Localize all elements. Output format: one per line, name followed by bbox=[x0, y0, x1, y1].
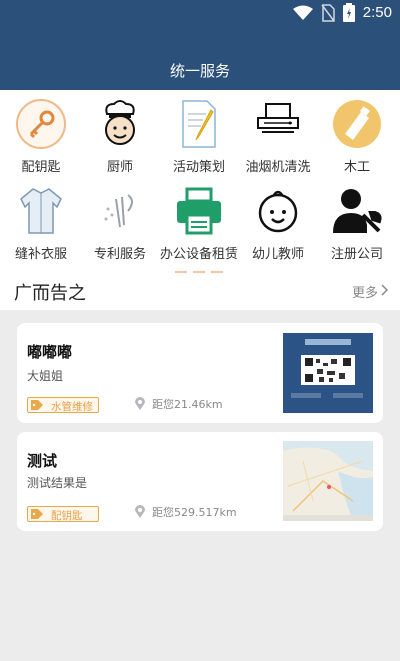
user-wrench-icon bbox=[333, 189, 382, 233]
qr-code-image bbox=[283, 333, 373, 413]
baby-face-icon bbox=[258, 190, 298, 233]
wifi-icon bbox=[292, 5, 313, 20]
card-subtitle: 测试结果是 bbox=[27, 476, 88, 490]
key-icon bbox=[16, 99, 66, 149]
service-label: 厨师 bbox=[106, 160, 133, 175]
category-tag: 配钥匙 bbox=[27, 506, 99, 522]
battery-icon bbox=[342, 3, 355, 22]
service-label: 注册公司 bbox=[330, 247, 383, 262]
services-grid: 配钥匙 厨师 活动策划 油烟机清洗 木工 缝补衣服 专利服务 办公设备租赁 幼儿… bbox=[0, 90, 400, 277]
app-header: 2:50 统一服务 bbox=[0, 0, 400, 90]
service-item-event-planning[interactable]: 活动策划 bbox=[159, 98, 239, 175]
ad-card[interactable]: 测试 测试结果是 配钥匙 距您529.517km bbox=[17, 432, 383, 531]
chevron-right-icon[interactable] bbox=[381, 284, 388, 296]
document-pen-icon bbox=[182, 100, 216, 148]
service-label: 专利服务 bbox=[93, 247, 146, 262]
service-item-chef[interactable]: 厨师 bbox=[80, 98, 160, 175]
tag-icon bbox=[31, 509, 43, 519]
saw-icon bbox=[333, 100, 381, 148]
service-item-key[interactable]: 配钥匙 bbox=[1, 98, 81, 175]
card-title: 嘟嘟嘟 bbox=[27, 343, 73, 361]
location-pin-icon bbox=[135, 397, 145, 410]
status-bar: 2:50 bbox=[0, 0, 400, 26]
status-time: 2:50 bbox=[362, 4, 392, 21]
service-item-patent[interactable]: 专利服务 bbox=[80, 185, 160, 262]
category-tag: 水管维修 bbox=[27, 397, 99, 413]
service-item-tailoring[interactable]: 缝补衣服 bbox=[1, 185, 81, 262]
patent-icon bbox=[104, 194, 133, 228]
service-label: 办公设备租赁 bbox=[159, 247, 238, 262]
service-item-hood-cleaning[interactable]: 油烟机清洗 bbox=[238, 98, 318, 175]
service-label: 木工 bbox=[343, 160, 370, 175]
more-link[interactable]: 更多 bbox=[352, 282, 378, 301]
range-hood-icon bbox=[257, 103, 299, 133]
service-label: 幼儿教师 bbox=[251, 247, 304, 262]
location-pin-icon bbox=[135, 505, 145, 518]
page-title: 统一服务 bbox=[169, 62, 230, 80]
map-image bbox=[283, 441, 373, 521]
ads-section-header: 广而告之 更多 bbox=[0, 277, 400, 310]
service-item-preschool-teacher[interactable]: 幼儿教师 bbox=[238, 185, 318, 262]
tag-icon bbox=[31, 400, 43, 410]
page-indicator bbox=[175, 271, 223, 273]
service-label: 配钥匙 bbox=[21, 160, 61, 175]
card-subtitle: 大姐姐 bbox=[27, 369, 64, 383]
card-title: 测试 bbox=[27, 452, 58, 470]
no-sim-icon bbox=[321, 3, 335, 22]
service-label: 油烟机清洗 bbox=[245, 160, 311, 175]
service-item-company-registration[interactable]: 注册公司 bbox=[317, 185, 397, 262]
service-label: 缝补衣服 bbox=[14, 247, 67, 262]
ads-title: 广而告之 bbox=[14, 283, 86, 304]
service-label: 活动策划 bbox=[172, 160, 225, 175]
bottom-nav-edge bbox=[0, 657, 400, 661]
service-item-office-rental[interactable]: 办公设备租赁 bbox=[159, 185, 239, 262]
chef-icon bbox=[105, 100, 135, 145]
service-item-carpentry[interactable]: 木工 bbox=[317, 98, 397, 175]
printer-icon bbox=[177, 187, 221, 235]
shirt-icon bbox=[20, 188, 62, 234]
ad-card[interactable]: 嘟嘟嘟 大姐姐 水管维修 距您21.46km bbox=[17, 323, 383, 423]
